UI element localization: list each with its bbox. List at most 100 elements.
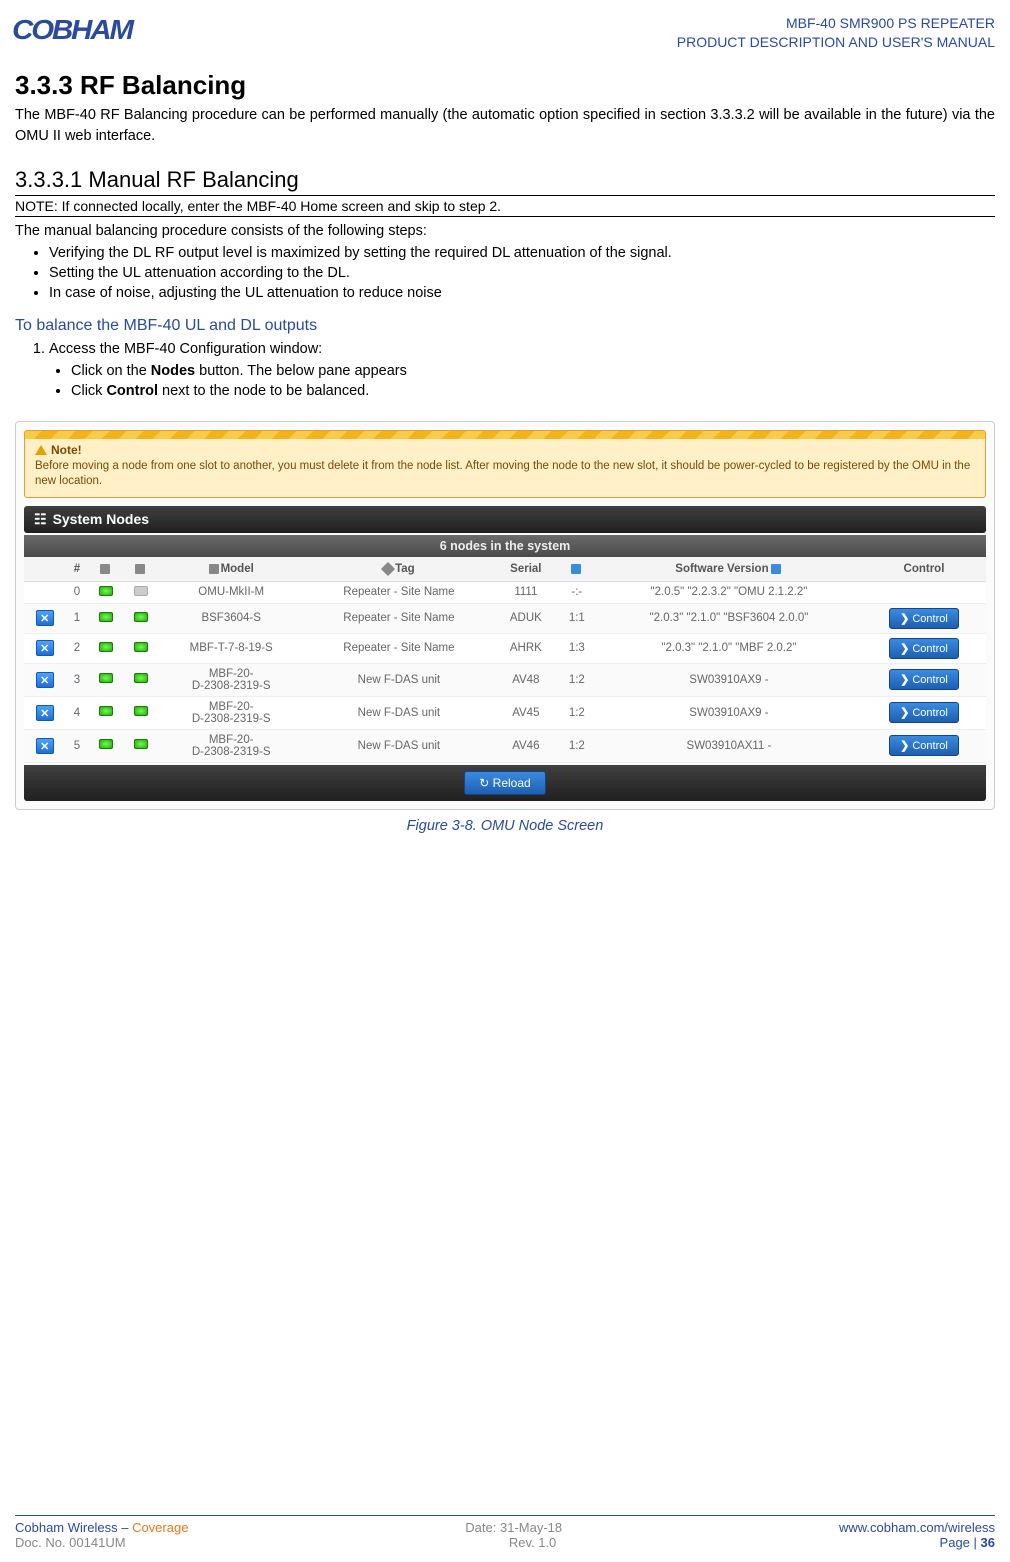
bullet-list: Verifying the DL RF output level is maxi…: [49, 243, 995, 303]
table-cell: 0: [65, 581, 88, 603]
table-cell: ADUK: [494, 603, 558, 633]
col-serial: Serial: [494, 557, 558, 582]
status-led: [99, 673, 113, 683]
table-cell: 3: [65, 663, 88, 696]
subsection-heading: 3.3.3.1 Manual RF Balancing: [15, 167, 995, 196]
table-cell: ✕: [24, 603, 65, 633]
note-line: NOTE: If connected locally, enter the MB…: [15, 196, 995, 217]
table-cell: SW03910AX9 -: [596, 663, 862, 696]
warning-note-box: Note! Before moving a node from one slot…: [24, 430, 986, 498]
status-led: [134, 706, 148, 716]
section-heading: 3.3.3 RF Balancing: [15, 70, 995, 101]
table-cell: 4: [65, 696, 88, 729]
status-led: [99, 739, 113, 749]
footer-page: Page | 36: [940, 1535, 995, 1550]
header-icon: [100, 564, 110, 574]
col-tag: Tag: [304, 557, 494, 582]
table-cell: "2.0.3" "2.1.0" "MBF 2.0.2": [596, 633, 862, 663]
status-led: [134, 586, 148, 596]
list-item: Setting the UL attenuation according to …: [49, 263, 995, 283]
delete-button[interactable]: ✕: [36, 640, 54, 656]
table-cell: SW03910AX9 -: [596, 696, 862, 729]
list-item: Click on the Nodes button. The below pan…: [71, 361, 995, 381]
bold-text: Nodes: [151, 363, 195, 379]
table-cell: [88, 581, 123, 603]
table-cell: New F-DAS unit: [304, 663, 494, 696]
table-cell: [124, 581, 159, 603]
figure-caption: Figure 3-8. OMU Node Screen: [15, 818, 995, 834]
delete-button[interactable]: ✕: [36, 672, 54, 688]
text: next to the node to be balanced.: [158, 383, 369, 399]
delete-button[interactable]: ✕: [36, 705, 54, 721]
status-led: [99, 612, 113, 622]
table-cell: MBF-T-7-8-19-S: [159, 633, 304, 663]
delete-button[interactable]: ✕: [36, 738, 54, 754]
table-cell: Control: [862, 663, 986, 696]
table-cell: Control: [862, 696, 986, 729]
control-button[interactable]: Control: [889, 735, 959, 756]
col-hash: #: [65, 557, 88, 582]
page-header: COBHAM MBF-40 SMR900 PS REPEATER PRODUCT…: [15, 10, 995, 52]
table-cell: [124, 603, 159, 633]
note-title-text: Note!: [51, 443, 82, 457]
table-cell: 1:1: [558, 603, 596, 633]
nodes-table: # Model Tag Serial Software Version Cont…: [24, 557, 986, 763]
status-led: [134, 612, 148, 622]
sub-bullet-list: Click on the Nodes button. The below pan…: [71, 361, 995, 401]
table-cell: 1111: [494, 581, 558, 603]
table-cell: AHRK: [494, 633, 558, 663]
table-cell: MBF-20-D-2308-2319-S: [159, 729, 304, 762]
col-delete: [24, 557, 65, 582]
figure-screenshot: Note! Before moving a node from one slot…: [15, 421, 995, 810]
status-led: [134, 673, 148, 683]
table-cell: Control: [862, 729, 986, 762]
step-list: Access the MBF-40 Configuration window: …: [49, 341, 995, 403]
table-cell: ✕: [24, 663, 65, 696]
table-cell: 1:2: [558, 663, 596, 696]
control-button[interactable]: Control: [889, 638, 959, 659]
list-item: Access the MBF-40 Configuration window: …: [49, 341, 995, 403]
header-icon: [135, 564, 145, 574]
table-cell: 2: [65, 633, 88, 663]
reload-button[interactable]: ↻ Reload: [464, 771, 545, 795]
table-row: ✕ 2 MBF-T-7-8-19-SRepeater - Site NameAHRK…: [24, 633, 986, 663]
doc-title-line1: MBF-40 SMR900 PS REPEATER: [677, 14, 995, 33]
table-cell: [124, 729, 159, 762]
section-intro: The MBF-40 RF Balancing procedure can be…: [15, 105, 995, 147]
status-led: [134, 739, 148, 749]
table-cell: 1:2: [558, 729, 596, 762]
col-software: Software Version: [596, 557, 862, 582]
col-led2: [124, 557, 159, 582]
list-item: In case of noise, adjusting the UL atten…: [49, 283, 995, 303]
table-cell: [24, 581, 65, 603]
footer-company: Cobham Wireless – Coverage: [15, 1520, 188, 1535]
table-cell: "2.0.5" "2.2.3.2" "OMU 2.1.2.2": [596, 581, 862, 603]
table-cell: Repeater - Site Name: [304, 633, 494, 663]
table-cell: New F-DAS unit: [304, 729, 494, 762]
table-cell: ✕: [24, 633, 65, 663]
table-cell: [124, 696, 159, 729]
table-cell: AV48: [494, 663, 558, 696]
control-button[interactable]: Control: [889, 608, 959, 629]
header-icon: [209, 564, 219, 574]
control-button[interactable]: Control: [889, 702, 959, 723]
note-body: Before moving a node from one slot to an…: [35, 459, 975, 489]
col-model: Model: [159, 557, 304, 582]
col-led1: [88, 557, 123, 582]
status-led: [99, 706, 113, 716]
tag-icon: [381, 562, 395, 576]
table-cell: [88, 696, 123, 729]
table-cell: [88, 663, 123, 696]
list-item: Verifying the DL RF output level is maxi…: [49, 243, 995, 263]
system-nodes-label: System Nodes: [53, 511, 149, 527]
footer-url: www.cobham.com/wireless: [839, 1520, 995, 1535]
table-cell: [88, 633, 123, 663]
table-cell: Repeater - Site Name: [304, 581, 494, 603]
table-cell: BSF3604-S: [159, 603, 304, 633]
table-row: ✕1BSF3604-SRepeater - Site NameADUK1:1"2…: [24, 603, 986, 633]
text: Click on the: [71, 363, 151, 379]
delete-button[interactable]: ✕: [36, 610, 54, 626]
footer-docno: Doc. No. 00141UM: [15, 1535, 126, 1550]
control-button[interactable]: Control: [889, 669, 959, 690]
list-item: Click Control next to the node to be bal…: [71, 381, 995, 401]
